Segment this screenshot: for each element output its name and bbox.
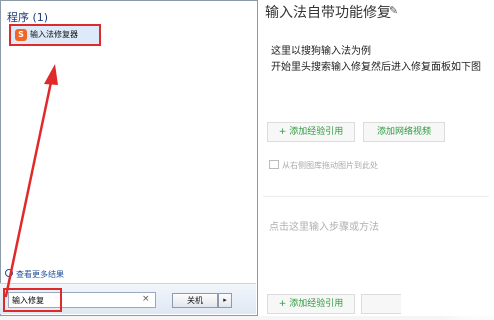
clear-search-icon[interactable]: ×: [142, 294, 150, 304]
shutdown-options-arrow[interactable]: ▸: [218, 293, 232, 308]
shutdown-button[interactable]: 关机: [172, 293, 218, 308]
screen-glare: [437, 265, 494, 320]
image-drop-hint-text: 从右侧图库拖动图片到此处: [282, 161, 378, 170]
search-icon: [5, 269, 13, 277]
search-input-highlight-box: [3, 288, 62, 312]
step-input-placeholder[interactable]: 点击这里输入步骤或方法: [269, 218, 379, 233]
search-result-input-repair[interactable]: S 输入法修复器: [9, 24, 101, 46]
programs-group-header: 程序 (1): [7, 11, 49, 24]
see-more-results-label: 查看更多结果: [16, 270, 64, 279]
step-1-line-2: 开始里头搜索输入修复然后进入修复面板如下图: [271, 62, 481, 73]
image-icon: [269, 160, 279, 169]
step-divider: [263, 196, 489, 197]
pencil-icon[interactable]: ✎: [389, 4, 398, 17]
step-1-line-1: 这里以搜狗输入法为例: [271, 46, 371, 57]
guide-editor-panel: 输入法自带功能修复 ✎ 这里以搜狗输入法为例 开始里头搜索输入修复然后进入修复面…: [256, 0, 494, 320]
add-video-button[interactable]: 添加网络视频: [363, 122, 445, 142]
guide-title[interactable]: 输入法自带功能修复: [265, 2, 391, 22]
image-drop-hint: 从右侧图库拖动图片到此处: [269, 160, 378, 171]
sogou-repair-app-icon: S: [15, 29, 27, 41]
add-video-button-2[interactable]: [361, 294, 401, 314]
add-experience-button[interactable]: + 添加经验引用: [267, 122, 355, 142]
search-result-label: 输入法修复器: [30, 30, 78, 39]
add-experience-button-2[interactable]: + 添加经验引用: [267, 294, 355, 314]
step-1-text[interactable]: 这里以搜狗输入法为例 开始里头搜索输入修复然后进入修复面板如下图: [271, 44, 481, 76]
see-more-results-link[interactable]: 查看更多结果: [5, 269, 64, 280]
